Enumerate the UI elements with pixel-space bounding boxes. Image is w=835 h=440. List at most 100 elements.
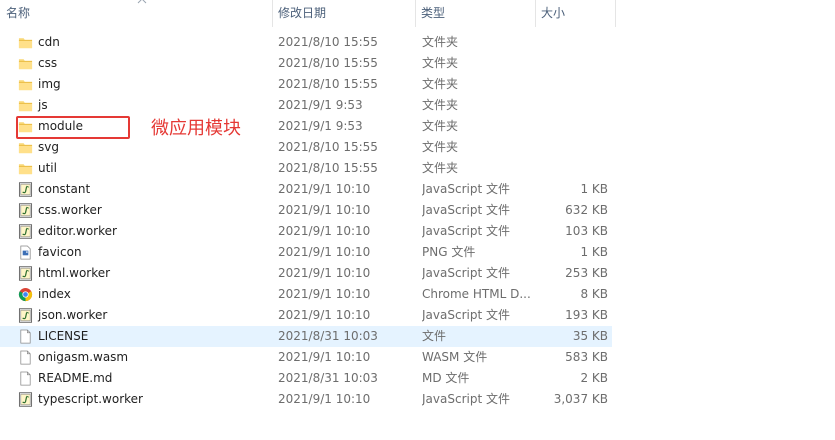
chrome-icon [18,287,33,302]
file-row-css-worker[interactable]: css.worker 2021/9/1 10:10 JavaScript 文件 632… [0,200,612,221]
javascript-file-icon [18,392,33,407]
file-name: svg [38,140,59,154]
file-type: 文件夹 [422,140,459,154]
file-row-favicon[interactable]: favicon 2021/9/1 10:10 PNG 文件 1 KB [0,242,612,263]
file-row-readme-md[interactable]: README.md 2021/8/31 10:03 MD 文件 2 KB [0,368,612,389]
file-date: 2021/9/1 10:10 [278,308,371,322]
file-size: 632 KB [565,203,608,217]
file-date: 2021/9/1 9:53 [278,119,363,133]
column-divider[interactable] [615,0,616,27]
file-row-svg[interactable]: svg 2021/8/10 15:55 文件夹 [0,137,612,158]
blank-file-icon [18,350,33,365]
file-name: favicon [38,245,82,259]
file-name: json.worker [38,308,108,322]
file-size: 2 KB [580,371,608,385]
file-type: JavaScript 文件 [422,266,510,280]
file-name: css.worker [38,203,102,217]
column-header-size[interactable]: 大小 [535,0,615,27]
file-name: cdn [38,35,60,49]
file-name: onigasm.wasm [38,350,129,364]
annotation-label: 微应用模块 [151,118,241,139]
column-header-name[interactable]: 名称 [0,0,272,27]
file-type: JavaScript 文件 [422,224,510,238]
file-row-editor-worker[interactable]: editor.worker 2021/9/1 10:10 JavaScript 文件… [0,221,612,242]
file-type: PNG 文件 [422,245,476,259]
file-row-license[interactable]: LICENSE 2021/8/31 10:03 文件 35 KB [0,326,612,347]
file-row-util[interactable]: util 2021/8/10 15:55 文件夹 [0,158,612,179]
file-name: util [38,161,57,175]
file-date: 2021/9/1 10:10 [278,287,371,301]
file-date: 2021/8/31 10:03 [278,371,378,385]
javascript-file-icon [18,224,33,239]
file-name: img [38,77,61,91]
file-size: 3,037 KB [553,392,608,406]
file-date: 2021/8/31 10:03 [278,329,378,343]
file-name: LICENSE [38,329,89,343]
file-date: 2021/9/1 9:53 [278,98,363,112]
file-type: Chrome HTML D... [422,287,531,301]
file-type: 文件夹 [422,77,459,91]
file-row-js[interactable]: js 2021/9/1 9:53 文件夹 [0,95,612,116]
file-type: 文件夹 [422,35,459,49]
column-header-type[interactable]: 类型 [415,0,535,27]
folder-icon [18,77,33,92]
blank-file-icon [18,371,33,386]
file-row-cdn[interactable]: cdn 2021/8/10 15:55 文件夹 [0,32,612,53]
sort-ascending-icon [137,0,147,4]
file-type: JavaScript 文件 [422,308,510,322]
folder-icon [18,140,33,155]
file-name: css [38,56,58,70]
file-list: cdn 2021/8/10 15:55 文件夹 css 2021/8/10 15:55 文… [0,32,616,410]
file-type: JavaScript 文件 [422,203,510,217]
blank-file-icon [18,329,33,344]
highlight-box [16,116,130,139]
file-name: editor.worker [38,224,117,238]
file-name: README.md [38,371,113,385]
file-date: 2021/9/1 10:10 [278,392,371,406]
file-row-img[interactable]: img 2021/8/10 15:55 文件夹 [0,74,612,95]
file-size: 253 KB [565,266,608,280]
file-size: 103 KB [565,224,608,238]
file-row-html-worker[interactable]: html.worker 2021/9/1 10:10 JavaScript 文件 25… [0,263,612,284]
file-name: html.worker [38,266,111,280]
file-size: 1 KB [580,182,608,196]
file-type: 文件夹 [422,98,459,112]
column-header-date[interactable]: 修改日期 [272,0,415,27]
file-type: 文件夹 [422,161,459,175]
file-row-css[interactable]: css 2021/8/10 15:55 文件夹 [0,53,612,74]
javascript-file-icon [18,182,33,197]
javascript-file-icon [18,203,33,218]
file-date: 2021/8/10 15:55 [278,56,378,70]
file-size: 8 KB [580,287,608,301]
file-row-onigasm-wasm[interactable]: onigasm.wasm 2021/9/1 10:10 WASM 文件 583 KB [0,347,612,368]
file-date: 2021/9/1 10:10 [278,182,371,196]
file-row-index[interactable]: index 2021/9/1 10:10 Chrome HTML D... 8 KB [0,284,612,305]
file-size: 35 KB [572,329,608,343]
file-date: 2021/9/1 10:10 [278,350,371,364]
file-size: 1 KB [580,245,608,259]
file-name: typescript.worker [38,392,143,406]
file-type: JavaScript 文件 [422,182,510,196]
file-type: 文件夹 [422,119,459,133]
javascript-file-icon [18,266,33,281]
column-header: 名称 修改日期 类型 大小 [0,0,616,27]
file-date: 2021/9/1 10:10 [278,245,371,259]
file-size: 193 KB [565,308,608,322]
folder-icon [18,35,33,50]
folder-icon [18,56,33,71]
javascript-file-icon [18,308,33,323]
file-name: constant [38,182,91,196]
file-date: 2021/9/1 10:10 [278,224,371,238]
file-name: js [38,98,48,112]
file-name: index [38,287,71,301]
folder-icon [18,98,33,113]
file-row-json-worker[interactable]: json.worker 2021/9/1 10:10 JavaScript 文件 19… [0,305,612,326]
file-size: 583 KB [565,350,608,364]
file-row-constant[interactable]: constant 2021/9/1 10:10 JavaScript 文件 1 KB [0,179,612,200]
file-date: 2021/8/10 15:55 [278,35,378,49]
file-date: 2021/8/10 15:55 [278,140,378,154]
file-row-typescript-worker[interactable]: typescript.worker 2021/9/1 10:10 JavaScrip… [0,389,612,410]
file-date: 2021/8/10 15:55 [278,161,378,175]
file-type: MD 文件 [422,371,470,385]
file-date: 2021/9/1 10:10 [278,203,371,217]
